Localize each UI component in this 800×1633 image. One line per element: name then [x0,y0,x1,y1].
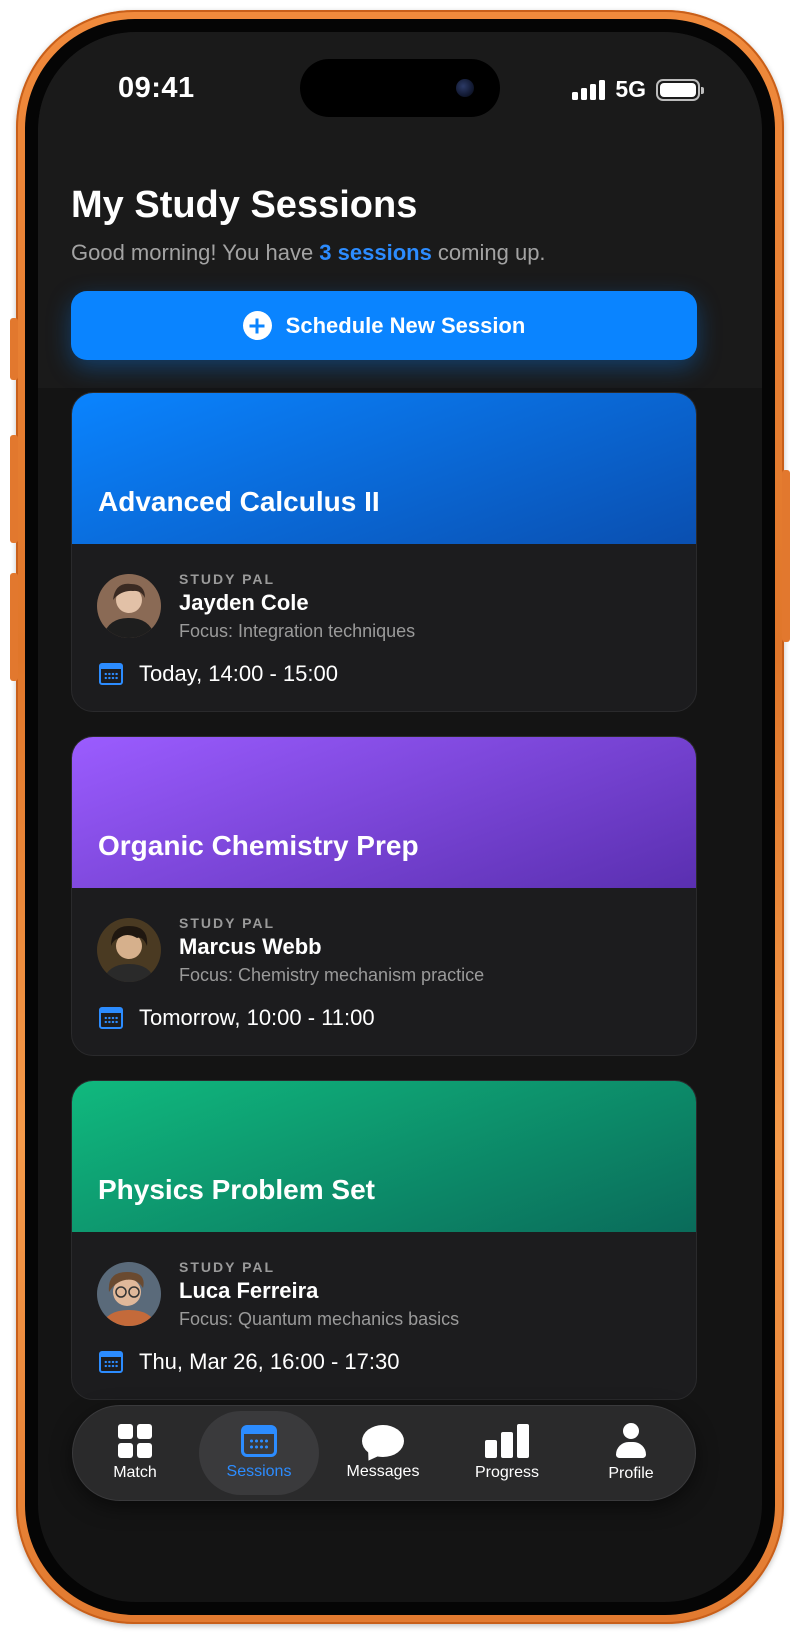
calendar-icon [241,1425,277,1457]
tab-label: Messages [346,1463,420,1480]
schedule-session-button[interactable]: Schedule New Session [71,291,697,360]
status-indicators: 5G [572,76,704,103]
session-card[interactable]: Advanced Calculus II STUDY PAL Jayden Co… [71,392,697,712]
tab-profile[interactable]: Profile [571,1411,691,1495]
grid-icon [118,1424,152,1458]
avatar[interactable] [97,1262,161,1326]
bar-chart-icon [485,1424,529,1458]
session-title: Physics Problem Set [98,1174,376,1205]
network-label: 5G [615,76,646,102]
card-header: Advanced Calculus II [72,393,696,544]
chat-bubble-icon [362,1425,404,1457]
session-time: Today, 14:00 - 15:00 [99,661,338,687]
avatar[interactable] [97,574,161,638]
person-icon [614,1423,648,1459]
tab-match[interactable]: Match [75,1411,195,1495]
signal-icon [572,79,606,100]
session-card[interactable]: Organic Chemistry Prep STUDY PAL Marcus … [71,736,697,1056]
camera-icon [456,79,474,97]
session-title: Organic Chemistry Prep [98,830,419,861]
volume-up-button [10,435,18,543]
power-button [782,470,790,642]
tab-label: Sessions [226,1463,292,1480]
calendar-icon [99,1351,123,1373]
greeting-text: Good morning! You have 3 sessions coming… [71,240,546,265]
status-time: 09:41 [118,72,195,104]
session-focus: Focus: Quantum mechanics basics [179,1309,460,1329]
card-header: Organic Chemistry Prep [72,737,696,888]
study-pal-label: STUDY PAL [179,571,276,587]
session-title: Advanced Calculus II [98,486,380,517]
page-title: My Study Sessions [71,184,418,226]
session-time: Tomorrow, 10:00 - 11:00 [99,1005,375,1031]
tab-messages[interactable]: Messages [323,1411,443,1495]
plus-circle-icon [242,311,272,340]
study-pal-label: STUDY PAL [179,915,276,931]
study-pal-name: Marcus Webb [179,934,322,959]
calendar-icon [99,1007,123,1029]
volume-down-button [10,573,18,681]
calendar-icon [99,663,123,685]
session-time-text: Tomorrow, 10:00 - 11:00 [139,1005,375,1030]
action-button [10,318,18,380]
study-pal-label: STUDY PAL [179,1259,276,1275]
header: 09:41 5G My Study Sessions Good morning!… [38,32,762,388]
study-pal-name: Luca Ferreira [179,1278,319,1303]
screen: 09:41 5G My Study Sessions Good morning!… [38,32,762,1602]
card-header: Physics Problem Set [72,1081,696,1232]
session-time: Thu, Mar 26, 16:00 - 17:30 [99,1349,400,1375]
session-focus: Focus: Integration techniques [179,621,416,641]
tab-label: Profile [608,1465,654,1482]
session-time-text: Thu, Mar 26, 16:00 - 17:30 [139,1349,400,1374]
session-card[interactable]: Physics Problem Set STUDY PAL Luca Ferre… [71,1080,697,1400]
tab-progress[interactable]: Progress [447,1411,567,1495]
dynamic-island [300,59,500,117]
session-count: 3 sessions [319,240,432,265]
tab-label: Match [113,1464,157,1481]
tab-bar: Match Sessions Messages Progress Profile [72,1405,696,1501]
session-time-text: Today, 14:00 - 15:00 [139,661,338,686]
schedule-session-label: Schedule New Session [285,312,526,338]
tab-sessions[interactable]: Sessions [199,1411,319,1495]
battery-icon [656,78,704,101]
session-focus: Focus: Chemistry mechanism practice [179,965,485,985]
tab-label: Progress [474,1464,540,1481]
avatar[interactable] [97,918,161,982]
study-pal-name: Jayden Cole [179,590,309,615]
